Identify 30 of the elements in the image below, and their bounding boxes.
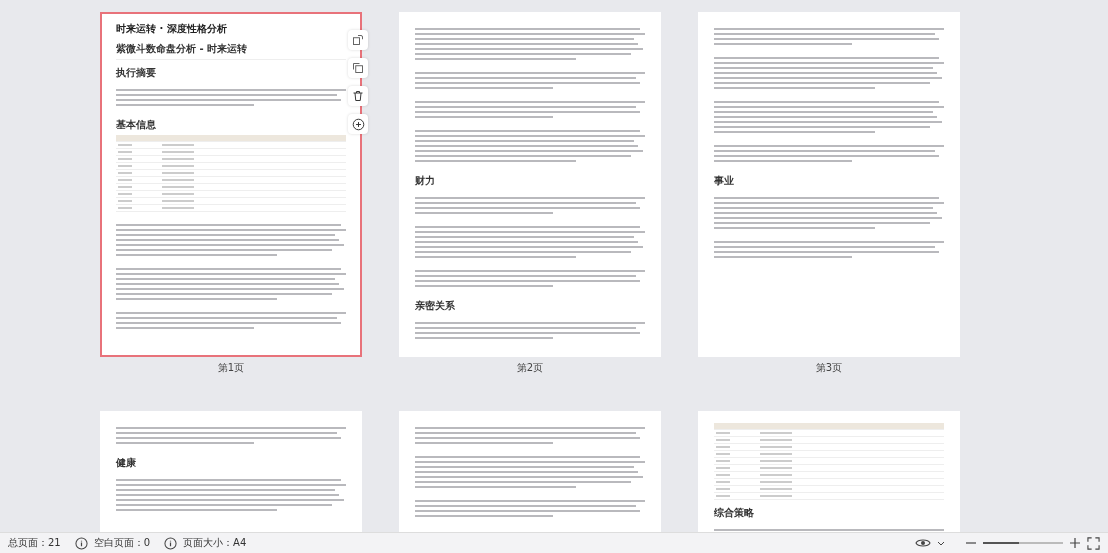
document-page[interactable]: 时来运转 · 深度性格分析 紫微斗数命盘分析 - 时来运转 执行摘要 基本信息 <box>100 12 362 357</box>
info-icon <box>74 536 88 550</box>
blank-pages-label: 空白页面：0 <box>93 536 151 550</box>
caret-icon[interactable] <box>937 540 945 546</box>
section-heading: 基本信息 <box>116 118 157 132</box>
section-heading: 紫微斗数命盘分析 - 时来运转 <box>116 42 346 60</box>
document-page[interactable]: 综合策略 <box>698 411 960 532</box>
add-icon[interactable] <box>348 114 368 134</box>
trash-icon[interactable] <box>348 86 368 106</box>
zoom-in-icon[interactable] <box>1069 537 1081 549</box>
page-label: 第1页 <box>217 361 245 375</box>
fullscreen-icon[interactable] <box>1087 536 1100 550</box>
rotate-icon[interactable] <box>348 30 368 50</box>
document-page[interactable]: 财力 亲密关系 <box>399 12 661 357</box>
section-heading: 财力 <box>415 174 436 188</box>
page-label: 第3页 <box>815 361 843 375</box>
section-heading: 执行摘要 <box>116 66 157 80</box>
page-label: 第2页 <box>516 361 544 375</box>
info-icon <box>164 536 178 550</box>
section-heading: 事业 <box>714 174 735 188</box>
page-size-label: 页面大小：A4 <box>183 536 247 550</box>
copy-icon[interactable] <box>348 58 368 78</box>
total-pages-label: 总页面：21 <box>8 536 61 550</box>
document-page[interactable]: 健康 <box>100 411 362 532</box>
document-title: 时来运转 · 深度性格分析 <box>116 22 228 36</box>
document-page[interactable]: 事业 <box>698 12 960 357</box>
section-heading: 健康 <box>116 456 137 470</box>
eye-icon[interactable] <box>915 537 931 549</box>
section-heading: 综合策略 <box>714 506 755 520</box>
section-heading: 亲密关系 <box>415 299 456 313</box>
